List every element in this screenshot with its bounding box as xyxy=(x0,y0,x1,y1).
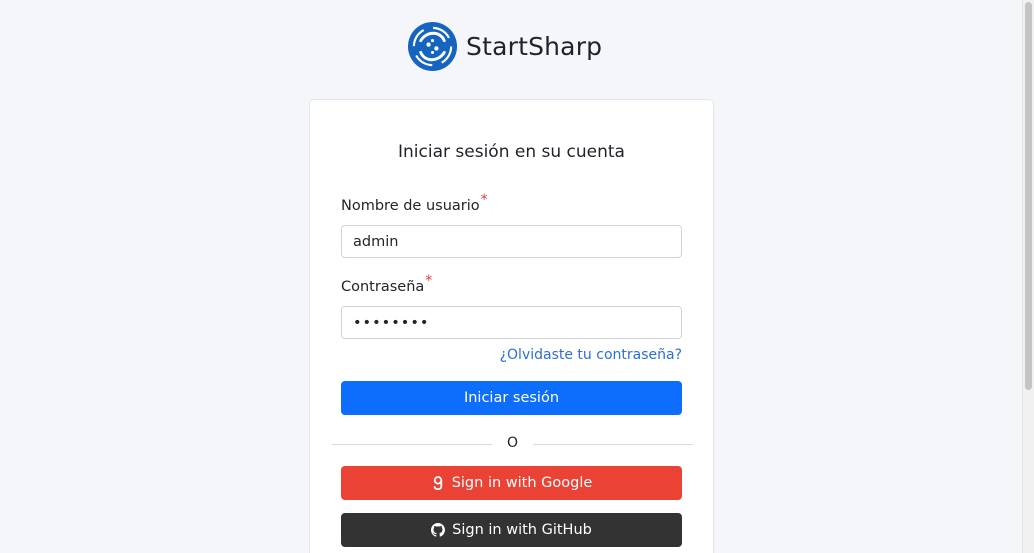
brand-header: StartSharp xyxy=(407,20,602,72)
login-page: StartSharp Iniciar sesión en su cuenta N… xyxy=(0,0,1034,553)
username-label: Nombre de usuario* xyxy=(341,192,488,214)
username-label-text: Nombre de usuario xyxy=(341,198,480,214)
google-signin-button[interactable]: Sign in with Google xyxy=(341,466,682,500)
divider-line-right xyxy=(533,444,693,445)
login-title: Iniciar sesión en su cuenta xyxy=(398,142,625,162)
github-signin-label: Sign in with GitHub xyxy=(452,522,592,538)
scrollbar-thumb[interactable] xyxy=(1025,2,1032,390)
divider-text: O xyxy=(506,435,519,451)
google-icon xyxy=(431,476,445,490)
forgot-password-link[interactable]: ¿Olvidaste tu contraseña? xyxy=(500,347,682,363)
username-required-mark: * xyxy=(480,192,488,208)
password-input[interactable] xyxy=(341,306,682,339)
password-label: Contraseña* xyxy=(341,273,432,295)
login-card: Iniciar sesión en su cuenta Nombre de us… xyxy=(309,99,714,553)
password-required-mark: * xyxy=(425,273,433,289)
page-scrollbar[interactable] xyxy=(1022,0,1034,553)
github-icon xyxy=(431,523,446,537)
github-signin-button[interactable]: Sign in with GitHub xyxy=(341,513,682,547)
login-submit-button[interactable]: Iniciar sesión xyxy=(341,381,682,415)
password-label-text: Contraseña xyxy=(341,279,425,295)
or-divider: O xyxy=(332,434,693,454)
google-signin-label: Sign in with Google xyxy=(451,475,593,491)
brand-name: StartSharp xyxy=(466,31,603,61)
username-input[interactable] xyxy=(341,225,682,258)
login-submit-label: Iniciar sesión xyxy=(463,390,560,406)
startsharp-logo-icon xyxy=(407,21,458,71)
